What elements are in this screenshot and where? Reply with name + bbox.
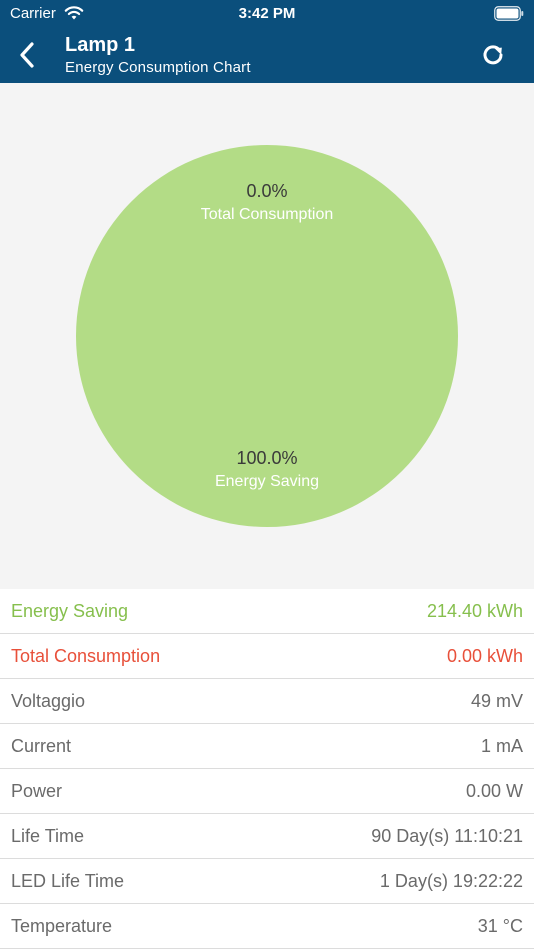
- detail-row: Power 0.00 W: [0, 769, 534, 814]
- page-title: Lamp 1: [65, 34, 136, 56]
- detail-row: Energy Saving 214.40 kWh: [0, 589, 534, 634]
- pie-percent-total-consumption: 0.0%: [246, 181, 287, 201]
- detail-value: 31 °C: [477, 916, 523, 936]
- pie-label-energy-saving: Energy Saving: [215, 473, 319, 490]
- detail-value: 1 mA: [480, 736, 523, 756]
- detail-row: LED Life Time 1 Day(s) 19:22:22: [0, 859, 534, 904]
- status-time: 3:42 PM: [238, 5, 296, 22]
- detail-label: LED Life Time: [11, 871, 125, 891]
- detail-row: Current 1 mA: [0, 724, 534, 769]
- battery-icon: [494, 6, 524, 21]
- detail-row: Life Time 90 Day(s) 11:10:21: [0, 814, 534, 859]
- detail-value: 0.00 kWh: [446, 646, 523, 666]
- detail-row: Temperature 31 °C: [0, 904, 534, 949]
- status-bar: Carrier 3:42 PM: [0, 0, 534, 28]
- detail-label: Power: [11, 781, 63, 801]
- detail-label: Voltaggio: [11, 691, 86, 711]
- energy-pie-chart: 0.0% Total Consumption 100.0% Energy Saving: [0, 83, 534, 589]
- detail-row: Total Consumption 0.00 kWh: [0, 634, 534, 679]
- detail-label: Total Consumption: [11, 646, 161, 666]
- pie-percent-energy-saving: 100.0%: [236, 448, 297, 468]
- detail-value: 49 mV: [470, 691, 523, 711]
- pie-label-total-consumption: Total Consumption: [201, 206, 334, 223]
- detail-label: Life Time: [11, 826, 85, 846]
- detail-value: 0.00 W: [465, 781, 523, 801]
- detail-row: Voltaggio 49 mV: [0, 679, 534, 724]
- refresh-button[interactable]: [478, 40, 508, 70]
- pie-slice-energy-saving: [76, 145, 458, 527]
- details-list: Energy Saving 214.40 kWh Total Consumption…: [0, 589, 534, 949]
- detail-label: Temperature: [11, 916, 113, 936]
- detail-value: 90 Day(s) 11:10:21: [371, 826, 523, 846]
- chevron-left-icon: [20, 42, 34, 68]
- back-button[interactable]: [10, 36, 44, 74]
- navigation-bar: Lamp 1 Energy Consumption Chart: [0, 28, 534, 83]
- detail-label: Current: [11, 736, 72, 756]
- page-subtitle: Energy Consumption Chart: [65, 59, 251, 76]
- detail-value: 214.40 kWh: [426, 601, 523, 621]
- detail-value: 1 Day(s) 19:22:22: [379, 871, 523, 891]
- detail-label: Energy Saving: [11, 601, 129, 621]
- refresh-icon: [483, 45, 503, 65]
- pie-chart-svg: 0.0% Total Consumption 100.0% Energy Saving: [76, 145, 458, 527]
